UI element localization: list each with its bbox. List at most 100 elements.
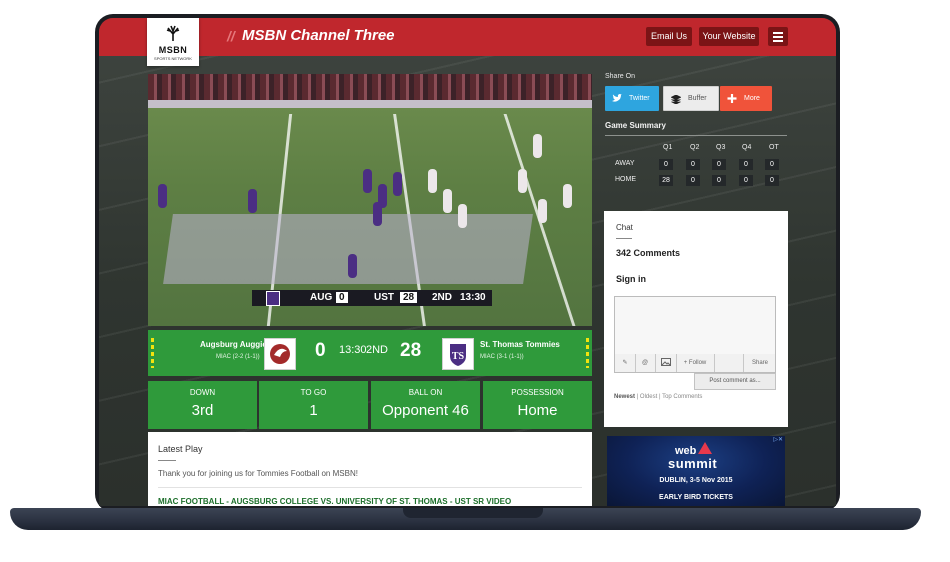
crowd-stands — [148, 74, 592, 100]
scoreboard: Augsburg Auggies MIAC (2-2 (1-1)) 0 13:3… — [148, 330, 592, 376]
player — [158, 184, 167, 208]
ad-choices-icon[interactable]: ▷✕ — [773, 436, 783, 443]
stat-label: DOWN — [189, 388, 216, 397]
away-score: 0 — [315, 340, 326, 361]
summary-cell: 0 — [712, 159, 726, 170]
title-divider: // — [227, 28, 235, 44]
msbn-logo[interactable]: MSBN SPORTS NETWORK — [147, 18, 199, 66]
comments-count: 342 Comments — [616, 248, 681, 258]
divider — [605, 135, 787, 136]
game-clock: 13:30 — [339, 344, 367, 356]
stat-ball-on: BALL ON Opponent 46 — [371, 381, 480, 429]
away-team-record: MIAC (2-2 (1-1)) — [216, 354, 260, 360]
summary-cell: 0 — [765, 175, 779, 186]
player — [373, 202, 382, 226]
scorebug-quarter: 2ND — [432, 292, 453, 303]
latest-play-title: Latest Play — [158, 444, 203, 454]
scorebug-home-abbr: UST — [374, 292, 394, 303]
latest-play-headline[interactable]: MIAC FOOTBALL - AUGSBURG COLLEGE VS. UNI… — [158, 497, 511, 506]
hamburger-icon[interactable] — [768, 27, 788, 46]
buffer-icon — [671, 95, 681, 104]
buffer-share-button[interactable]: Buffer — [663, 86, 719, 111]
latest-play-panel: Latest Play Thank you for joining us for… — [148, 432, 592, 506]
summary-col-header: Q3 — [716, 144, 726, 151]
home-score: 28 — [400, 340, 422, 361]
player — [248, 189, 257, 213]
stat-label: TO GO — [300, 388, 327, 397]
more-label: More — [744, 95, 760, 102]
scorebug: AUG 0 UST 28 2ND 13:30 — [252, 290, 492, 306]
scorebug-away-abbr: AUG — [310, 292, 333, 303]
ad-line-2: summit — [668, 456, 718, 471]
away-team-name: Augsburg Auggies — [200, 340, 272, 349]
st-thomas-logo-icon: TS — [442, 338, 474, 370]
summary-row-label: AWAY — [615, 160, 635, 167]
player — [348, 254, 357, 278]
summary-cell: 0 — [712, 175, 726, 186]
summary-cell: 0 — [739, 159, 753, 170]
game-quarter: 2ND — [366, 344, 389, 356]
player — [538, 199, 547, 223]
possession-marker — [586, 338, 589, 368]
summary-cell: 28 — [659, 175, 673, 186]
twitter-icon — [612, 94, 622, 102]
twitter-label: Twitter — [629, 95, 650, 102]
chat-title: Chat — [616, 223, 633, 232]
more-share-button[interactable]: More — [720, 86, 772, 111]
stat-possession: POSSESSION Home — [483, 381, 592, 429]
title-underline — [616, 238, 632, 239]
augsburg-logo-icon — [264, 338, 296, 370]
web-summit-ad[interactable]: ▷✕ web summit DUBLIN, 3-5 Nov 2015 EARLY… — [607, 436, 785, 506]
follow-button[interactable]: + Follow — [676, 354, 715, 372]
your-website-button[interactable]: Your Website — [699, 27, 759, 46]
pencil-icon[interactable]: ✎ — [615, 354, 636, 372]
share-label: Share On — [605, 73, 635, 80]
title-underline — [158, 460, 176, 461]
stat-to-go: TO GO 1 — [259, 381, 368, 429]
possession-marker — [151, 338, 154, 368]
stat-value: Opponent 46 — [382, 402, 469, 419]
scorebug-home-score: 28 — [400, 292, 418, 303]
comment-textarea[interactable] — [614, 296, 776, 356]
summary-col-header: Q4 — [742, 144, 752, 151]
home-team-record: MIAC (3-1 (1-1)) — [480, 354, 524, 360]
mention-icon[interactable]: @ — [635, 354, 656, 372]
video-player[interactable]: AUG 0 UST 28 2ND 13:30 — [148, 74, 592, 326]
game-summary-title: Game Summary — [605, 121, 666, 130]
sign-in-link[interactable]: Sign in — [616, 274, 646, 284]
summary-cell: 0 — [765, 159, 779, 170]
logo-subtext: SPORTS NETWORK — [154, 56, 192, 61]
summary-cell: 0 — [686, 159, 700, 170]
player — [428, 169, 437, 193]
summary-col-header: Q2 — [690, 144, 700, 151]
stat-down: DOWN 3rd — [148, 381, 257, 429]
channel-title: MSBN Channel Three — [242, 27, 395, 44]
twitter-share-button[interactable]: Twitter — [605, 86, 659, 111]
summary-cell: 0 — [686, 175, 700, 186]
share-button[interactable]: Share — [743, 354, 776, 372]
player — [458, 204, 467, 228]
stat-value: 1 — [309, 402, 318, 419]
sort-newest[interactable]: Newest — [614, 394, 635, 400]
logo-text: MSBN — [158, 45, 188, 55]
stat-value: 3rd — [191, 402, 214, 419]
buffer-label: Buffer — [688, 95, 707, 102]
email-us-button[interactable]: Email Us — [646, 27, 692, 46]
summary-cell: 0 — [659, 159, 673, 170]
summary-row-label: HOME — [615, 176, 636, 183]
player — [533, 134, 542, 158]
stat-label: POSSESSION — [511, 388, 564, 397]
home-team-name: St. Thomas Tommies — [480, 340, 560, 349]
summary-col-header: Q1 — [663, 144, 673, 151]
post-comment-button[interactable]: Post comment as... — [694, 373, 776, 390]
latest-play-message: Thank you for joining us for Tommies Foo… — [158, 469, 358, 478]
laptop-notch — [403, 508, 543, 518]
sort-top-comments[interactable]: Top Comments — [662, 394, 702, 400]
image-icon[interactable] — [655, 354, 677, 372]
sort-oldest[interactable]: Oldest — [640, 394, 657, 400]
stat-label: BALL ON — [408, 388, 443, 397]
screen: // MSBN Channel Three Email Us Your Webs… — [99, 18, 836, 506]
web-summit-logo-icon — [698, 442, 712, 454]
summary-cell: 0 — [739, 175, 753, 186]
chat-panel: Chat 342 Comments Sign in ✎ @ + Follow S… — [604, 211, 788, 427]
